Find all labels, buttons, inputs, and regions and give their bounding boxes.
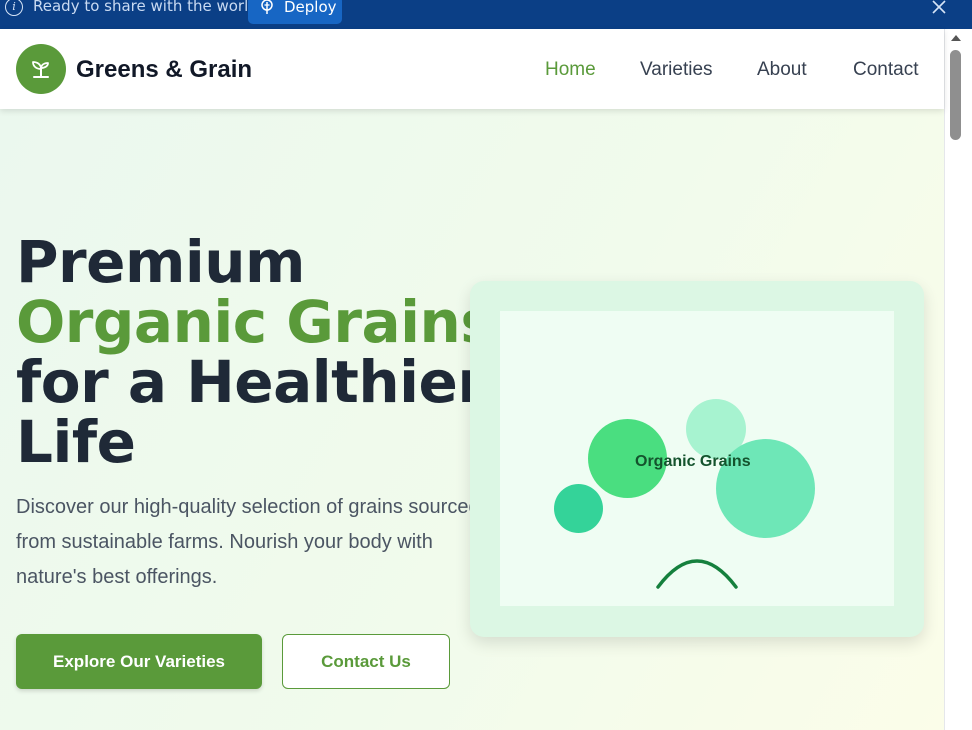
nav-link-about[interactable]: About <box>757 59 807 81</box>
nav-link-varieties[interactable]: Varieties <box>640 59 713 81</box>
close-icon[interactable] <box>931 0 947 15</box>
page-scrollbar[interactable] <box>944 29 972 730</box>
nav-link-home[interactable]: Home <box>545 59 596 81</box>
logo[interactable] <box>16 44 66 94</box>
hero-title-line3: for a Healthier <box>16 348 486 416</box>
deploy-button[interactable]: Deploy <box>248 0 342 24</box>
hero-title: Premium Organic Grains for a Healthier L… <box>16 228 495 476</box>
info-icon: i <box>5 0 23 16</box>
hero-section: Premium Organic Grains for a Healthier L… <box>0 109 944 730</box>
grain-bubble <box>554 484 603 533</box>
hero-title-line1: Premium <box>16 228 306 296</box>
deploy-label: Deploy <box>284 0 337 16</box>
nav-link-contact[interactable]: Contact <box>853 59 918 81</box>
hero-title-line4: Life <box>16 408 136 476</box>
navbar: Greens & Grain Home Varieties About Cont… <box>0 29 944 109</box>
hero-title-accent: Organic Grains <box>16 288 495 356</box>
scroll-thumb[interactable] <box>950 50 961 140</box>
banner-message: Ready to share with the world? <box>33 0 266 15</box>
scroll-up-arrow-icon[interactable] <box>951 35 961 41</box>
deploy-banner: i Ready to share with the world? Deploy <box>0 0 972 29</box>
hero-description: Discover our high-quality selection of g… <box>16 496 480 588</box>
illustration-canvas: Organic Grains <box>500 311 894 606</box>
brand-name[interactable]: Greens & Grain <box>76 56 252 84</box>
deploy-icon <box>261 0 273 14</box>
arc-shape <box>656 559 738 589</box>
explore-varieties-button[interactable]: Explore Our Varieties <box>16 634 262 689</box>
illustration-card: Organic Grains <box>470 281 924 637</box>
contact-us-button[interactable]: Contact Us <box>282 634 450 689</box>
sprout-icon <box>32 61 49 78</box>
illustration-label: Organic Grains <box>635 453 751 470</box>
